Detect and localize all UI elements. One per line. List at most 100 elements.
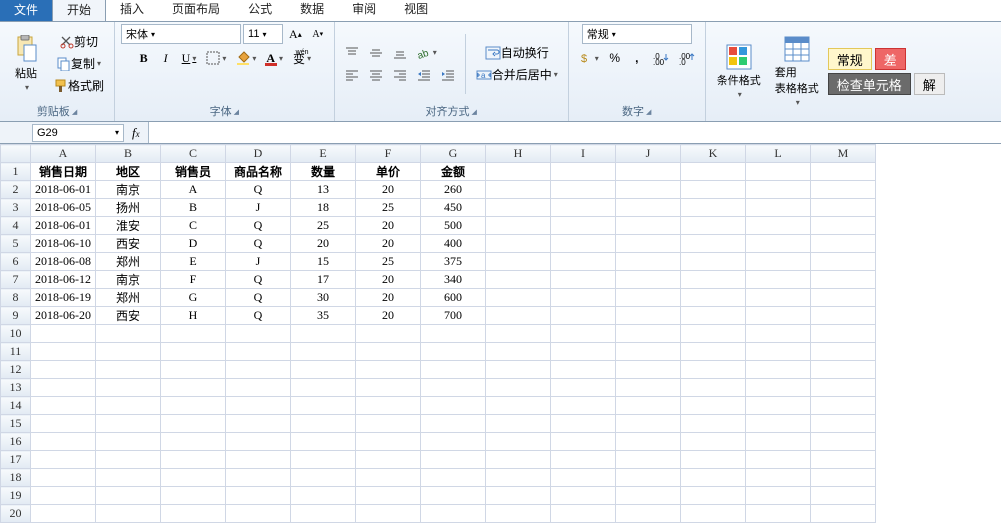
cell-E12[interactable]: [291, 361, 356, 379]
cell-J6[interactable]: [616, 253, 681, 271]
cell-I18[interactable]: [551, 469, 616, 487]
cell-I3[interactable]: [551, 199, 616, 217]
cell-D2[interactable]: Q: [226, 181, 291, 199]
cell-D5[interactable]: Q: [226, 235, 291, 253]
cell-K9[interactable]: [681, 307, 746, 325]
col-header-L[interactable]: L: [746, 145, 811, 163]
cell-H11[interactable]: [486, 343, 551, 361]
cut-button[interactable]: 剪切: [50, 32, 108, 52]
cell-F2[interactable]: 20: [356, 181, 421, 199]
accounting-format-button[interactable]: $: [575, 48, 603, 68]
cell-M7[interactable]: [811, 271, 876, 289]
cell-K2[interactable]: [681, 181, 746, 199]
fill-color-button[interactable]: [232, 48, 260, 68]
cell-M17[interactable]: [811, 451, 876, 469]
cell-J4[interactable]: [616, 217, 681, 235]
cell-E19[interactable]: [291, 487, 356, 505]
bold-button[interactable]: B: [134, 48, 154, 68]
cell-M1[interactable]: [811, 163, 876, 181]
cell-I15[interactable]: [551, 415, 616, 433]
cell-K15[interactable]: [681, 415, 746, 433]
cell-M10[interactable]: [811, 325, 876, 343]
cell-L13[interactable]: [746, 379, 811, 397]
cell-A11[interactable]: [31, 343, 96, 361]
cell-F11[interactable]: [356, 343, 421, 361]
cell-E6[interactable]: 15: [291, 253, 356, 271]
cell-I11[interactable]: [551, 343, 616, 361]
cell-A2[interactable]: 2018-06-01: [31, 181, 96, 199]
row-header-9[interactable]: 9: [1, 307, 31, 325]
col-header-H[interactable]: H: [486, 145, 551, 163]
cell-B1[interactable]: 地区: [96, 163, 161, 181]
row-header-20[interactable]: 20: [1, 505, 31, 523]
cell-H3[interactable]: [486, 199, 551, 217]
cell-D4[interactable]: Q: [226, 217, 291, 235]
cell-E14[interactable]: [291, 397, 356, 415]
underline-button[interactable]: U: [178, 48, 201, 68]
font-size-combo[interactable]: 11: [243, 24, 283, 44]
cell-H4[interactable]: [486, 217, 551, 235]
cell-K10[interactable]: [681, 325, 746, 343]
cell-A12[interactable]: [31, 361, 96, 379]
cell-M12[interactable]: [811, 361, 876, 379]
cell-B5[interactable]: 西安: [96, 235, 161, 253]
cell-E8[interactable]: 30: [291, 289, 356, 307]
cell-E20[interactable]: [291, 505, 356, 523]
cell-F13[interactable]: [356, 379, 421, 397]
cell-A13[interactable]: [31, 379, 96, 397]
cell-B4[interactable]: 淮安: [96, 217, 161, 235]
cell-A8[interactable]: 2018-06-19: [31, 289, 96, 307]
cell-D12[interactable]: [226, 361, 291, 379]
cell-H7[interactable]: [486, 271, 551, 289]
align-middle-button[interactable]: [365, 43, 387, 63]
cell-C15[interactable]: [161, 415, 226, 433]
copy-button[interactable]: 复制: [50, 54, 108, 74]
cell-B6[interactable]: 郑州: [96, 253, 161, 271]
cell-D17[interactable]: [226, 451, 291, 469]
cell-C6[interactable]: E: [161, 253, 226, 271]
cell-K16[interactable]: [681, 433, 746, 451]
cell-A6[interactable]: 2018-06-08: [31, 253, 96, 271]
cell-F12[interactable]: [356, 361, 421, 379]
cell-F3[interactable]: 25: [356, 199, 421, 217]
cell-D14[interactable]: [226, 397, 291, 415]
comma-button[interactable]: ,: [627, 48, 647, 68]
cell-A9[interactable]: 2018-06-20: [31, 307, 96, 325]
cell-I16[interactable]: [551, 433, 616, 451]
row-header-13[interactable]: 13: [1, 379, 31, 397]
cell-L11[interactable]: [746, 343, 811, 361]
cell-J13[interactable]: [616, 379, 681, 397]
percent-button[interactable]: %: [605, 48, 625, 68]
cell-style-check[interactable]: 检查单元格: [828, 73, 911, 95]
cell-L14[interactable]: [746, 397, 811, 415]
cell-E3[interactable]: 18: [291, 199, 356, 217]
cell-C14[interactable]: [161, 397, 226, 415]
cell-L3[interactable]: [746, 199, 811, 217]
col-header-J[interactable]: J: [616, 145, 681, 163]
cell-M2[interactable]: [811, 181, 876, 199]
wrap-text-button[interactable]: 自动换行: [472, 43, 562, 63]
cell-H1[interactable]: [486, 163, 551, 181]
cell-C10[interactable]: [161, 325, 226, 343]
grow-font-button[interactable]: A▴: [285, 24, 306, 44]
cell-L6[interactable]: [746, 253, 811, 271]
cell-B3[interactable]: 扬州: [96, 199, 161, 217]
row-header-4[interactable]: 4: [1, 217, 31, 235]
align-bottom-button[interactable]: [389, 43, 411, 63]
border-button[interactable]: [202, 48, 230, 68]
cell-J7[interactable]: [616, 271, 681, 289]
name-box[interactable]: G29▾: [32, 124, 124, 142]
row-header-18[interactable]: 18: [1, 469, 31, 487]
cell-D1[interactable]: 商品名称: [226, 163, 291, 181]
orientation-button[interactable]: ab: [413, 43, 441, 63]
cell-K17[interactable]: [681, 451, 746, 469]
cell-J9[interactable]: [616, 307, 681, 325]
cell-J18[interactable]: [616, 469, 681, 487]
cell-E15[interactable]: [291, 415, 356, 433]
cell-G4[interactable]: 500: [421, 217, 486, 235]
shrink-font-button[interactable]: A▾: [308, 24, 328, 44]
cell-K14[interactable]: [681, 397, 746, 415]
cell-A20[interactable]: [31, 505, 96, 523]
cell-H17[interactable]: [486, 451, 551, 469]
cell-J16[interactable]: [616, 433, 681, 451]
